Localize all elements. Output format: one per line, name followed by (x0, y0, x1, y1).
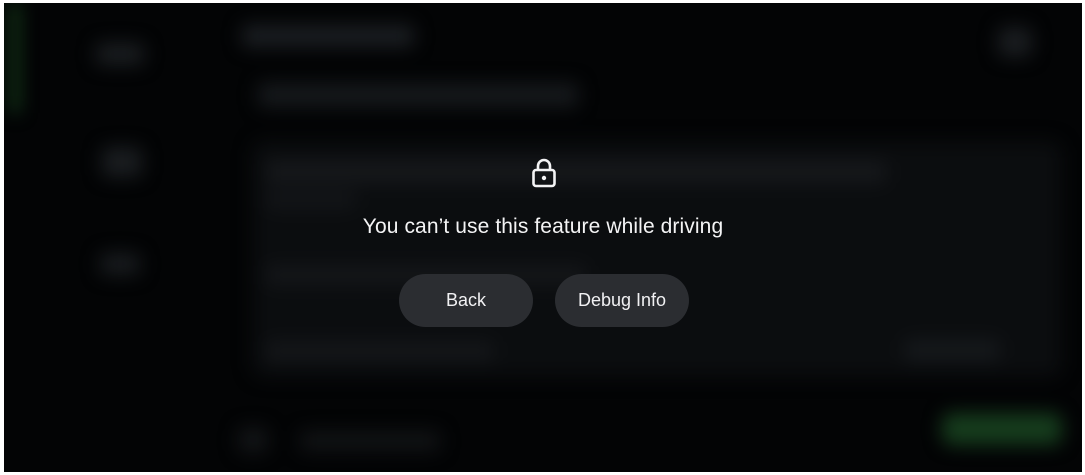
blurred-primary-action (942, 413, 1062, 445)
blurred-header-title (242, 25, 414, 47)
nav-rail-item-2 (102, 147, 142, 177)
lock-icon (532, 158, 556, 188)
blurred-header-icon (998, 27, 1032, 57)
blurred-subtitle (258, 83, 578, 107)
restriction-message: You can’t use this feature while driving (362, 215, 724, 238)
blurred-button (904, 339, 1000, 361)
back-button[interactable]: Back (399, 274, 533, 327)
nav-rail-item-1 (96, 43, 144, 65)
blurred-text-line (266, 161, 886, 183)
blurred-text-line (266, 341, 494, 361)
blurred-text-line (266, 191, 356, 209)
driving-restriction-screen: You can’t use this feature while driving… (4, 3, 1082, 472)
debug-info-button[interactable]: Debug Info (555, 274, 689, 327)
sidebar-accent (12, 3, 18, 113)
nav-rail-item-3 (100, 253, 140, 275)
blurred-footer-icon (238, 427, 268, 453)
blurred-footer-text (300, 431, 440, 451)
